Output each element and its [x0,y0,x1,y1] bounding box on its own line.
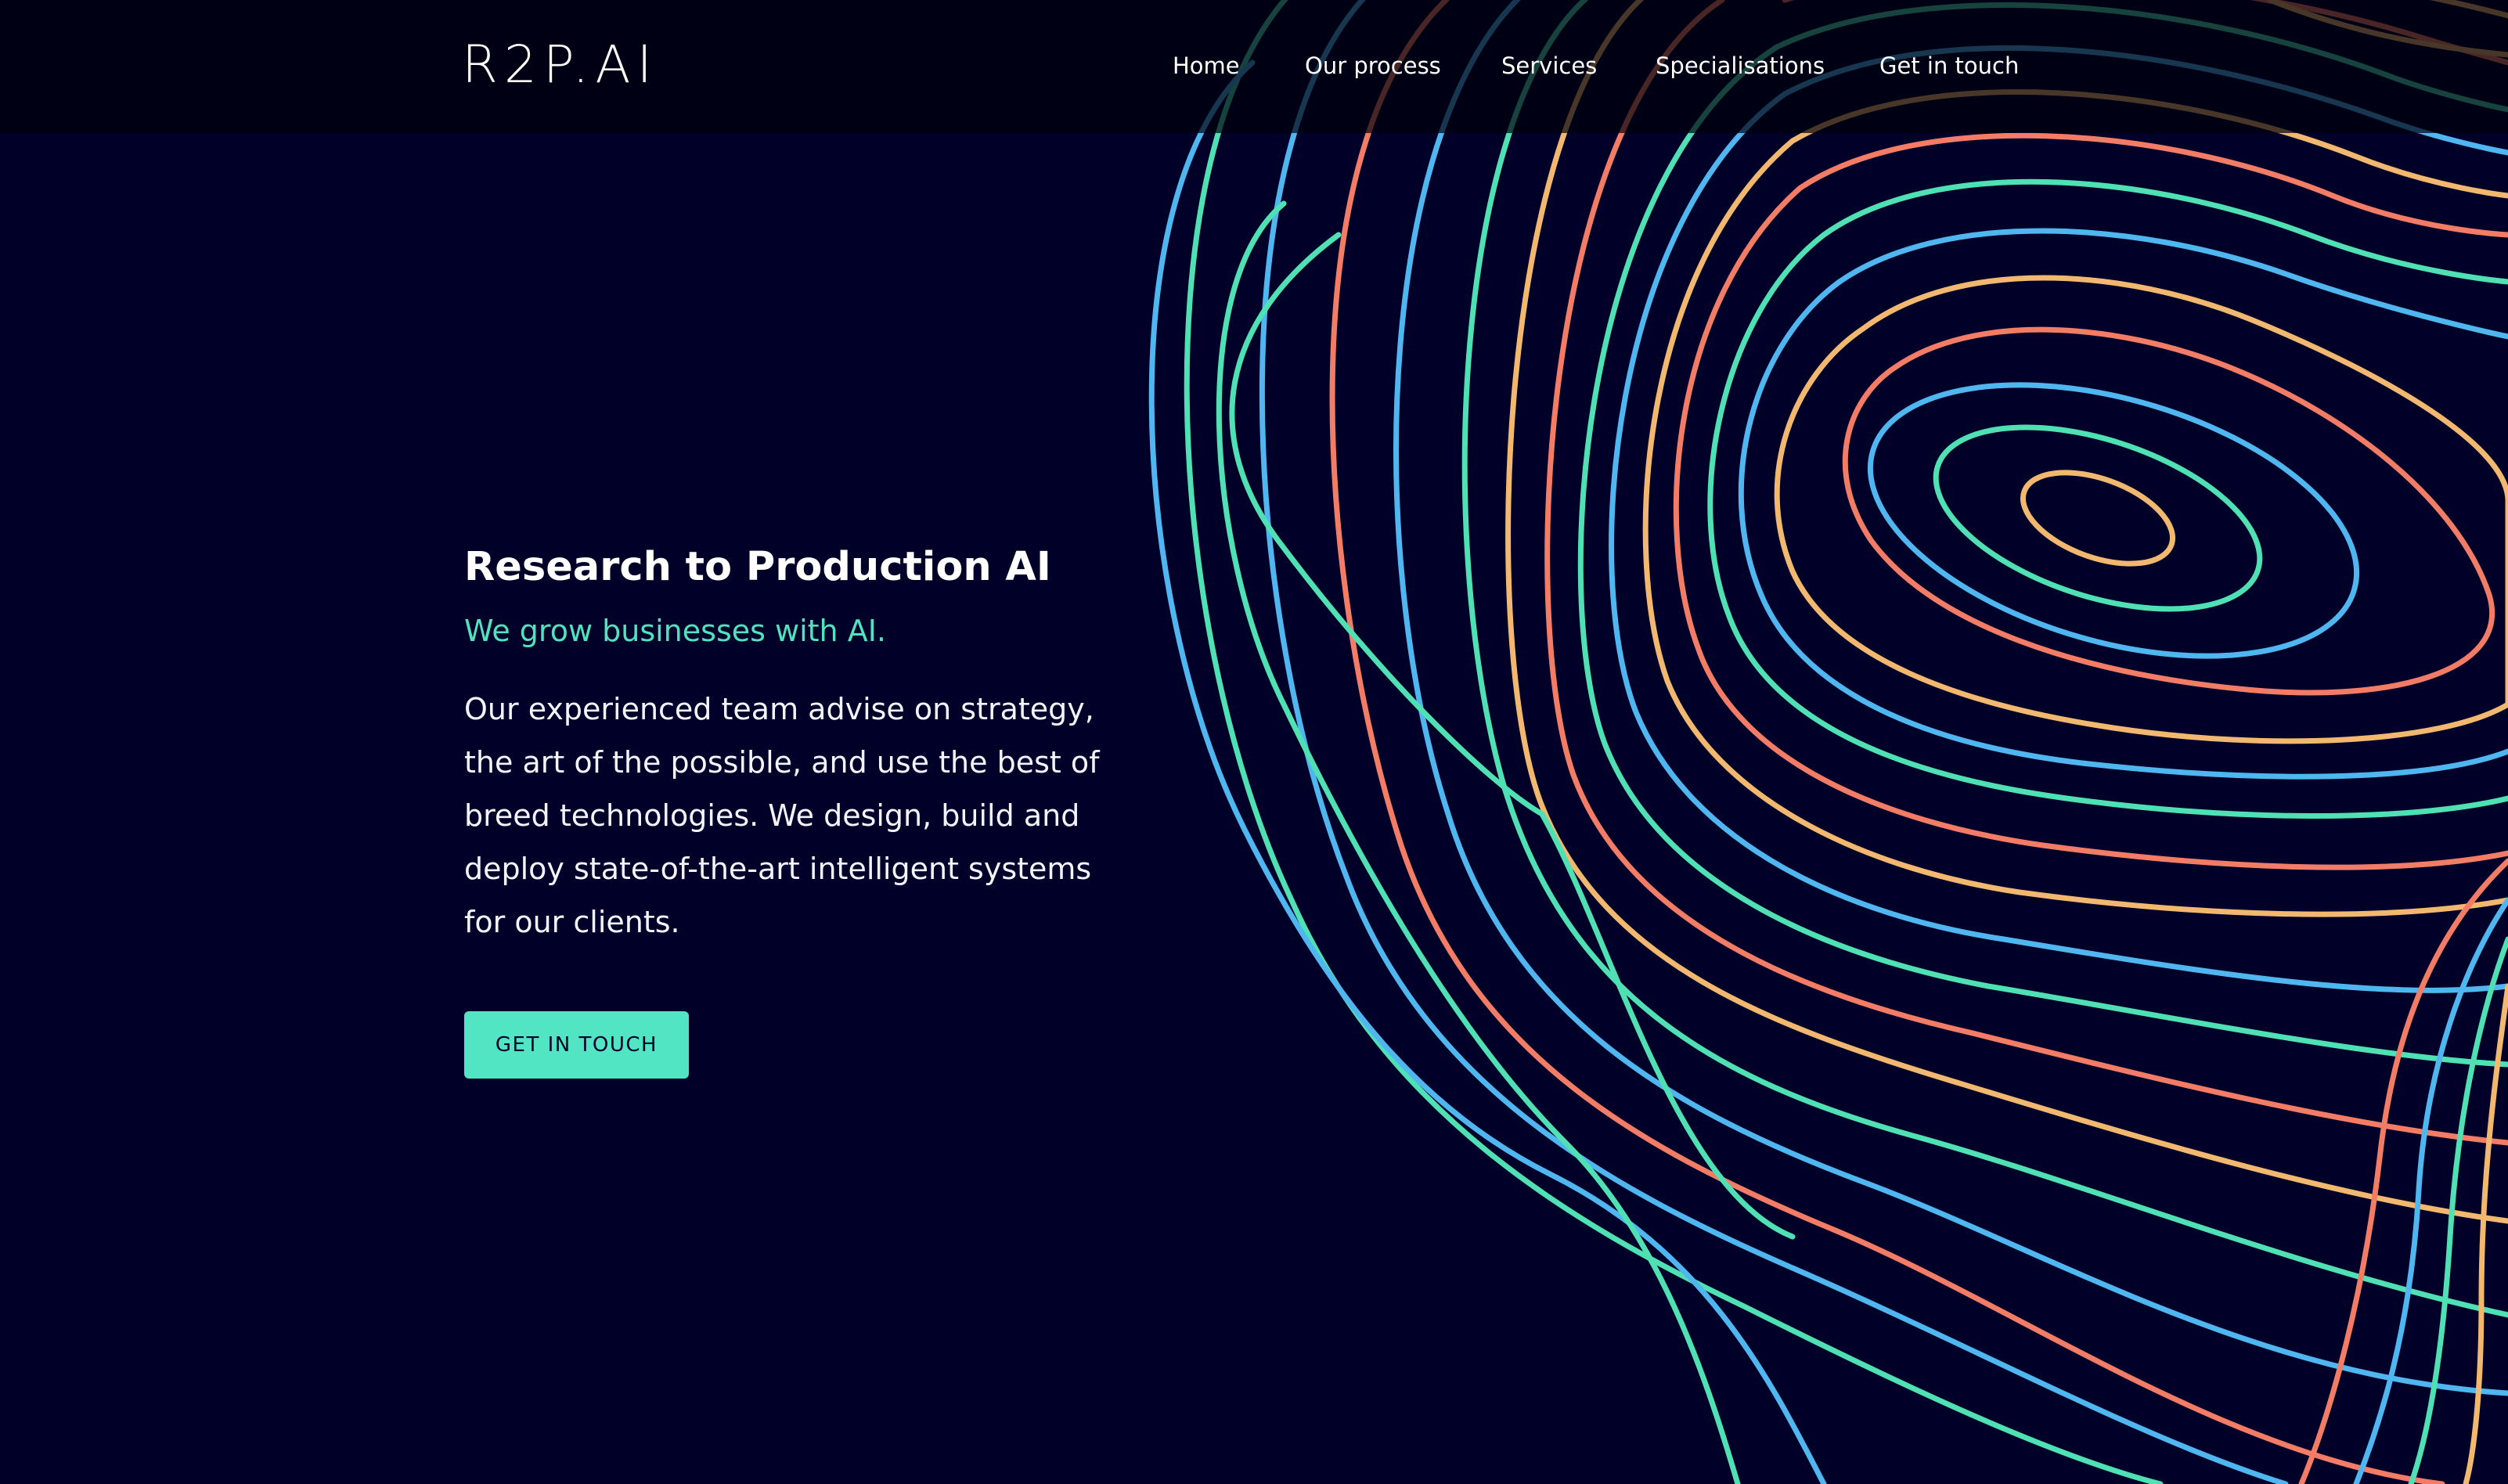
nav-item-services[interactable]: Services [1501,49,1597,83]
hero-title: Research to Production AI [464,544,1051,590]
nav-item-get-in-touch[interactable]: Get in touch [1879,49,2019,83]
contour-line [2020,470,2176,567]
hero-section: Research to Production AI We grow busine… [464,540,1122,1079]
contour-line [1867,382,2360,659]
get-in-touch-button[interactable]: GET IN TOUCH [464,1011,689,1079]
nav-item-home[interactable]: Home [1173,49,1240,83]
topographic-contour-art [1148,0,2508,1484]
contour-line [1842,326,2495,696]
logo-text: R2P.AI [462,34,658,95]
contour-line [1673,132,2508,870]
page: R2P.AI Home Our process Services Special… [0,0,2508,1484]
contour-line [1707,178,2508,819]
brand-logo[interactable]: R2P.AI [462,36,672,94]
contour-line [1393,0,2508,1396]
hero-description: Our experienced team advise on strategy,… [464,692,1100,939]
contour-line [1933,424,2263,612]
nav-item-our-process[interactable]: Our process [1305,49,1441,83]
contour-line [1738,228,2508,780]
top-navbar: R2P.AI Home Our process Services Special… [0,0,2508,133]
hero-subtitle: We grow businesses with AI. [464,614,886,648]
nav-item-specialisations[interactable]: Specialisations [1656,49,1825,83]
contour-line [1774,275,2508,744]
